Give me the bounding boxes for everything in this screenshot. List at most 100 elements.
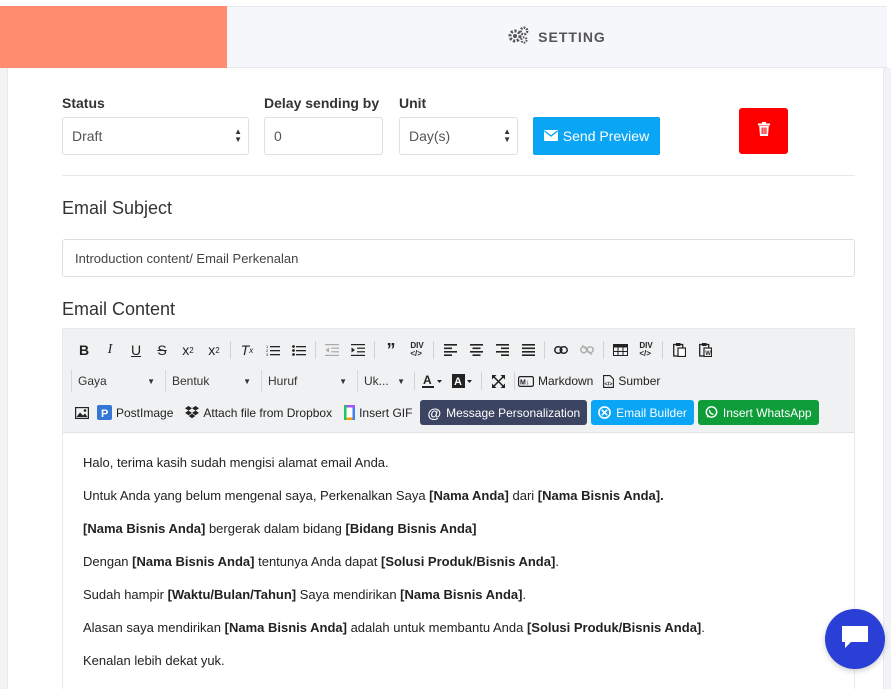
right-panel-edge bbox=[883, 68, 891, 689]
postimage-button[interactable]: P PostImage bbox=[97, 405, 173, 420]
underline-icon[interactable]: U bbox=[123, 339, 149, 361]
format-combo[interactable]: Bentuk ▼ bbox=[165, 370, 257, 392]
caret-down-icon: ▼ bbox=[243, 376, 251, 386]
caret-down-icon: ▼ bbox=[339, 376, 347, 386]
insert-gif-label: Insert GIF bbox=[359, 405, 413, 420]
caret-down-icon: ▼ bbox=[397, 376, 405, 386]
content-text: . bbox=[555, 554, 559, 569]
content-text: . bbox=[522, 587, 527, 602]
divider bbox=[62, 175, 855, 176]
bulleted-list-icon[interactable] bbox=[286, 339, 312, 361]
remove-format-icon[interactable]: Tx bbox=[234, 339, 260, 361]
message-personalization-label: Message Personalization bbox=[446, 405, 581, 420]
chat-widget-button[interactable] bbox=[825, 609, 885, 669]
content-text: dari bbox=[508, 488, 538, 503]
dropbox-label: Attach file from Dropbox bbox=[203, 405, 333, 420]
paste-word-icon[interactable]: W bbox=[692, 339, 718, 361]
postimage-icon: P bbox=[97, 405, 112, 420]
placeholder-tag: [Nama Anda] bbox=[429, 488, 509, 503]
subscript-icon[interactable]: x2 bbox=[175, 339, 201, 361]
align-justify-icon[interactable] bbox=[515, 339, 541, 361]
content-paragraph: Untuk Anda yang belum mengenal saya, Per… bbox=[83, 488, 834, 504]
svg-text:3: 3 bbox=[266, 352, 269, 356]
rich-text-editor: B I U S x2 x2 Tx 123 ” DIV </> DIV </> W… bbox=[62, 328, 855, 689]
toolbar-row-3: P PostImage Attach file from Dropbox Ins… bbox=[71, 400, 823, 425]
text-color-icon[interactable]: A bbox=[418, 370, 448, 392]
email-subject-value: Introduction content/ Email Perkenalan bbox=[75, 250, 299, 266]
link-icon[interactable] bbox=[548, 339, 574, 361]
font-size-combo-label: Uk... bbox=[364, 374, 389, 388]
paste-text-icon[interactable] bbox=[666, 339, 692, 361]
font-size-combo[interactable]: Uk... ▼ bbox=[357, 370, 411, 392]
insert-gif-button[interactable]: Insert GIF bbox=[344, 405, 412, 420]
placeholder-tag: [Nama Bisnis Anda]. bbox=[537, 488, 664, 503]
tab-content[interactable] bbox=[0, 6, 227, 68]
content-text: Saya mendirikan bbox=[296, 587, 401, 602]
create-div-icon[interactable]: DIV </> bbox=[404, 339, 430, 361]
font-combo[interactable]: Huruf ▼ bbox=[261, 370, 353, 392]
toolbar-separator bbox=[315, 341, 316, 359]
outdent-icon[interactable] bbox=[319, 339, 345, 361]
image-icon[interactable] bbox=[71, 402, 93, 424]
toolbar-row-2: Gaya ▼ Bentuk ▼ Huruf ▼ Uk... ▼ A A M↓ M… bbox=[71, 370, 672, 392]
email-builder-label: Email Builder bbox=[616, 405, 687, 420]
content-text: Sudah hampir bbox=[83, 587, 168, 602]
toolbar-row-1: B I U S x2 x2 Tx 123 ” DIV </> DIV </> W bbox=[71, 339, 718, 361]
svg-text:W: W bbox=[705, 351, 711, 357]
delay-input-value: 0 bbox=[274, 128, 282, 144]
toolbar-separator bbox=[514, 372, 515, 390]
placeholder-tag: [Nama Bisnis Anda] bbox=[400, 587, 523, 602]
insert-whatsapp-button[interactable]: Insert WhatsApp bbox=[697, 400, 819, 425]
unit-select[interactable]: Day(s) ▲ ▼ bbox=[399, 117, 518, 155]
chat-bubble-icon bbox=[840, 624, 870, 655]
strikethrough-icon[interactable]: S bbox=[149, 339, 175, 361]
superscript-icon[interactable]: x2 bbox=[201, 339, 227, 361]
edit-div-icon[interactable]: DIV </> bbox=[633, 339, 659, 361]
blockquote-icon[interactable]: ” bbox=[378, 339, 404, 361]
source-button[interactable]: </> Sumber bbox=[603, 374, 660, 388]
dropbox-button[interactable]: Attach file from Dropbox bbox=[185, 406, 332, 420]
status-select[interactable]: Draft ▲ ▼ bbox=[62, 117, 249, 155]
svg-text:A: A bbox=[454, 376, 462, 388]
numbered-list-icon[interactable]: 123 bbox=[260, 339, 286, 361]
placeholder-tag: [Waktu/Bulan/Tahun] bbox=[167, 587, 297, 602]
select-arrows-icon: ▲ ▼ bbox=[234, 127, 242, 144]
at-sign-icon: @ bbox=[427, 404, 442, 421]
bold-icon[interactable]: B bbox=[71, 339, 97, 361]
message-personalization-button[interactable]: @ Message Personalization bbox=[420, 400, 588, 425]
align-left-icon[interactable] bbox=[437, 339, 463, 361]
markdown-button[interactable]: M↓ Markdown bbox=[518, 374, 593, 388]
maximize-icon[interactable] bbox=[485, 370, 511, 392]
delay-input[interactable]: 0 bbox=[264, 117, 383, 155]
placeholder-tag: [Solusi Produk/Bisnis Anda] bbox=[526, 620, 702, 635]
placeholder-tag: [Nama Bisnis Anda] bbox=[132, 554, 255, 569]
font-combo-label: Huruf bbox=[268, 374, 298, 388]
indent-icon[interactable] bbox=[345, 339, 371, 361]
svg-text:P: P bbox=[101, 408, 108, 420]
toolbar-separator bbox=[230, 341, 231, 359]
send-preview-button[interactable]: Send Preview bbox=[533, 117, 660, 155]
delete-button[interactable] bbox=[739, 108, 788, 154]
content-text: bergerak dalam bidang bbox=[205, 521, 346, 536]
align-center-icon[interactable] bbox=[463, 339, 489, 361]
send-preview-label: Send Preview bbox=[562, 128, 650, 144]
toolbar-separator bbox=[374, 341, 375, 359]
gif-icon bbox=[344, 405, 356, 420]
toolbar-separator bbox=[544, 341, 545, 359]
editor-content-area[interactable]: Halo, terima kasih sudah mengisi alamat … bbox=[63, 434, 854, 689]
unlink-icon[interactable] bbox=[574, 339, 600, 361]
italic-icon[interactable]: I bbox=[97, 339, 123, 361]
content-text: adalah untuk membantu Anda bbox=[346, 620, 527, 635]
table-icon[interactable] bbox=[607, 339, 633, 361]
email-builder-button[interactable]: Email Builder bbox=[591, 400, 694, 425]
email-subject-input[interactable]: Introduction content/ Email Perkenalan bbox=[62, 239, 855, 277]
background-color-icon[interactable]: A bbox=[448, 370, 478, 392]
trash-icon bbox=[757, 121, 770, 141]
placeholder-tag: [Nama Bisnis Anda] bbox=[83, 521, 206, 536]
tab-setting[interactable]: SETTING bbox=[227, 6, 887, 68]
whatsapp-icon bbox=[705, 406, 718, 418]
align-right-icon[interactable] bbox=[489, 339, 515, 361]
unit-label: Unit bbox=[399, 95, 427, 111]
svg-text:A: A bbox=[423, 374, 432, 387]
styles-combo[interactable]: Gaya ▼ bbox=[71, 370, 161, 392]
